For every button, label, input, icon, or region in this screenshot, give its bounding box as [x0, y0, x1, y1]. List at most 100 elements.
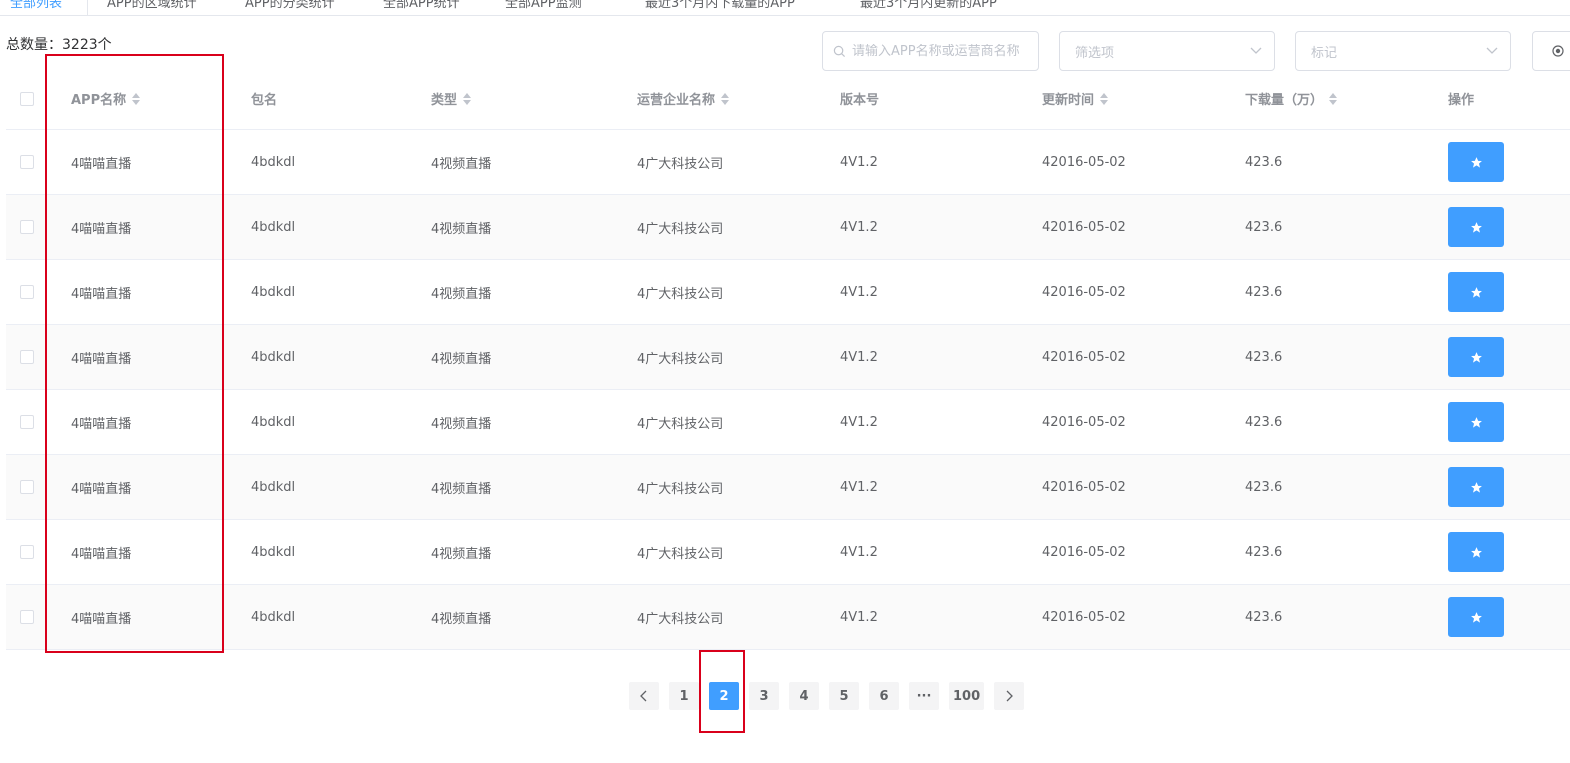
cell-type: 4视频直播	[431, 351, 492, 367]
star-icon	[1470, 156, 1482, 168]
tab-all-app-stats[interactable]: 全部APP统计	[383, 0, 460, 11]
cell-type: 4视频直播	[431, 481, 492, 497]
row-checkbox[interactable]	[20, 545, 34, 559]
col-header-downloads[interactable]: 下载量（万）	[1245, 68, 1338, 129]
pagination-ellipsis[interactable]: ···	[909, 682, 939, 710]
sort-icon[interactable]	[721, 92, 730, 105]
cell-time: 42016-05-02	[1042, 479, 1126, 495]
mark-select[interactable]: 标记	[1295, 31, 1511, 71]
cell-dl: 423.6	[1245, 609, 1283, 625]
table-header: APP名称 包名 类型 运营企业名称 版本号 更新时间 下载量（万） 操作	[6, 68, 1570, 130]
row-checkbox[interactable]	[20, 350, 34, 364]
row-checkbox[interactable]	[20, 155, 34, 169]
tab-all-list[interactable]: 全部列表	[10, 0, 62, 11]
cell-ver: 4V1.2	[840, 544, 878, 560]
cell-name: 4喵喵直播	[71, 156, 132, 172]
favorite-button[interactable]	[1448, 467, 1504, 507]
page-button[interactable]: 2	[709, 682, 739, 710]
star-icon	[1470, 286, 1482, 298]
cell-pkg: 4bdkdl	[251, 154, 296, 170]
tab-category-stats[interactable]: APP的分类统计	[245, 0, 335, 11]
tab-recent-downloads[interactable]: 最近3个月内下载量的APP	[645, 0, 795, 11]
tab-bar: 全部列表 APP的区域统计 APP的分类统计 全部APP统计 全部APP监测 最…	[0, 0, 1570, 16]
row-check-cell	[20, 260, 34, 324]
row-checkbox[interactable]	[20, 480, 34, 494]
cell-actions	[1448, 325, 1504, 389]
col-header-update-time[interactable]: 更新时间	[1042, 68, 1109, 129]
page-button[interactable]: 100	[949, 682, 985, 710]
cell-corp: 4广大科技公司	[637, 611, 724, 627]
row-checkbox[interactable]	[20, 220, 34, 234]
cell-name: 4喵喵直播	[71, 546, 132, 562]
row-checkbox[interactable]	[20, 610, 34, 624]
search-input[interactable]	[852, 43, 1032, 59]
col-header-name[interactable]: APP名称	[71, 68, 141, 129]
page-button[interactable]: 3	[749, 682, 779, 710]
cell-name: 4喵喵直播	[71, 351, 132, 367]
cell-type: 4视频直播	[431, 156, 492, 172]
cell-type: 4视频直播	[431, 611, 492, 627]
cell-actions	[1448, 520, 1504, 584]
cell-ver: 4V1.2	[840, 609, 878, 625]
search-box[interactable]	[822, 31, 1039, 71]
cell-time: 42016-05-02	[1042, 349, 1126, 365]
row-checkbox[interactable]	[20, 415, 34, 429]
row-check-cell	[20, 130, 34, 194]
cell-ver: 4V1.2	[840, 284, 878, 300]
star-icon	[1470, 416, 1482, 428]
cell-corp: 4广大科技公司	[637, 546, 724, 562]
favorite-button[interactable]	[1448, 142, 1504, 182]
page-button[interactable]: 1	[669, 682, 699, 710]
tab-all-app-monitor[interactable]: 全部APP监测	[505, 0, 582, 11]
favorite-button[interactable]	[1448, 207, 1504, 247]
cell-time: 42016-05-02	[1042, 414, 1126, 430]
col-header-actions: 操作	[1448, 93, 1475, 108]
favorite-button[interactable]	[1448, 272, 1504, 312]
star-icon	[1470, 221, 1482, 233]
table-row: 4喵喵直播 4bdkdl 4视频直播 4广大科技公司 4V1.2 42016-05-02 4…	[6, 325, 1570, 390]
cell-corp: 4广大科技公司	[637, 416, 724, 432]
cell-actions	[1448, 585, 1504, 649]
col-header-corp[interactable]: 运营企业名称	[637, 68, 730, 129]
sort-icon[interactable]	[463, 92, 472, 105]
table-row: 4喵喵直播 4bdkdl 4视频直播 4广大科技公司 4V1.2 42016-05-02 4…	[6, 585, 1570, 650]
cell-name: 4喵喵直播	[71, 611, 132, 627]
table-row: 4喵喵直播 4bdkdl 4视频直播 4广大科技公司 4V1.2 42016-05-02 4…	[6, 195, 1570, 260]
cell-pkg: 4bdkdl	[251, 609, 296, 625]
cell-dl: 423.6	[1245, 219, 1283, 235]
sort-icon[interactable]	[132, 92, 141, 105]
app-table: APP名称 包名 类型 运营企业名称 版本号 更新时间 下载量（万） 操作 4喵…	[6, 68, 1570, 650]
favorite-button[interactable]	[1448, 337, 1504, 377]
page-button[interactable]: 6	[869, 682, 899, 710]
cell-actions	[1448, 195, 1504, 259]
view-settings-button[interactable]	[1532, 31, 1570, 71]
cell-dl: 423.6	[1245, 544, 1283, 560]
select-all-checkbox[interactable]	[20, 91, 34, 106]
table-row: 4喵喵直播 4bdkdl 4视频直播 4广大科技公司 4V1.2 42016-05-02 4…	[6, 520, 1570, 585]
favorite-button[interactable]	[1448, 402, 1504, 442]
next-page-button[interactable]	[994, 682, 1025, 710]
sort-icon[interactable]	[1100, 92, 1109, 105]
cell-ver: 4V1.2	[840, 219, 878, 235]
col-header-type[interactable]: 类型	[431, 68, 472, 129]
tab-recent-updates[interactable]: 最近3个月内更新的APP	[860, 0, 997, 11]
tab-region-stats[interactable]: APP的区域统计	[107, 0, 197, 11]
cell-pkg: 4bdkdl	[251, 479, 296, 495]
cell-ver: 4V1.2	[840, 414, 878, 430]
cell-dl: 423.6	[1245, 479, 1283, 495]
page-button[interactable]: 5	[829, 682, 859, 710]
cell-actions	[1448, 455, 1504, 519]
favorite-button[interactable]	[1448, 597, 1504, 637]
star-icon	[1470, 481, 1482, 493]
cell-corp: 4广大科技公司	[637, 286, 724, 302]
filter-select[interactable]: 筛选项	[1059, 31, 1275, 71]
sort-icon[interactable]	[1329, 92, 1338, 105]
row-check-cell	[20, 325, 34, 389]
cell-time: 42016-05-02	[1042, 219, 1126, 235]
row-check-cell	[20, 390, 34, 454]
favorite-button[interactable]	[1448, 532, 1504, 572]
prev-page-button[interactable]	[629, 682, 659, 710]
row-checkbox[interactable]	[20, 285, 34, 299]
page-button[interactable]: 4	[789, 682, 819, 710]
cell-actions	[1448, 390, 1504, 454]
